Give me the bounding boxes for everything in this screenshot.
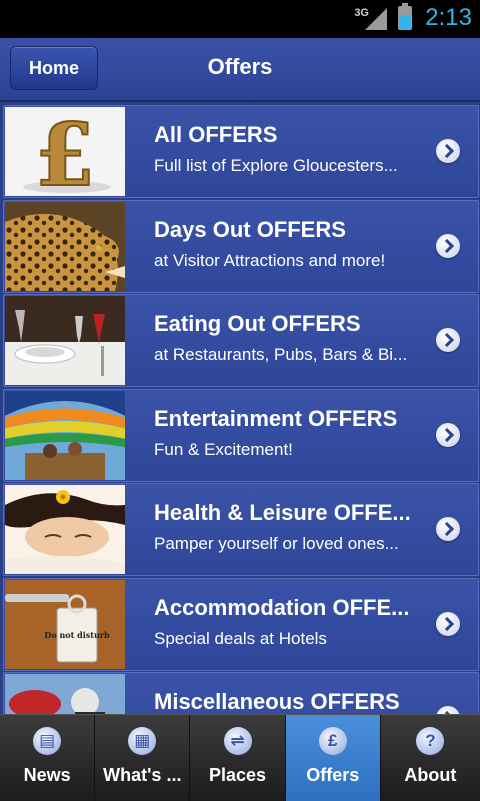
leopard-thumbnail — [5, 202, 125, 291]
tab-offers[interactable]: £ Offers — [285, 715, 381, 801]
tab-about[interactable]: ? About — [381, 715, 480, 801]
tab-places[interactable]: ⇌ Places — [190, 715, 286, 801]
offer-row-all[interactable]: £ All OFFERS Full list of Explore Glouce… — [3, 105, 479, 198]
tab-label: Places — [208, 765, 267, 785]
hot-air-balloon-thumbnail — [5, 391, 125, 480]
chevron-right-icon[interactable] — [436, 139, 460, 163]
calendar-icon: ▦ — [128, 727, 157, 755]
skydiving-thumbnail — [5, 674, 125, 714]
offer-title: All OFFERS — [154, 122, 278, 147]
spa-relaxation-thumbnail — [5, 485, 125, 574]
battery-icon — [398, 3, 412, 30]
map-icon: ⇌ — [223, 727, 252, 755]
title-bar: Home Offers — [0, 38, 480, 102]
chevron-right-icon[interactable] — [436, 423, 460, 447]
offer-title: Eating Out OFFERS — [154, 311, 361, 336]
offer-subtitle: Fun & Excitement! — [154, 440, 293, 459]
offer-list[interactable]: £ All OFFERS Full list of Explore Glouce… — [0, 102, 480, 714]
tab-label: What's ... — [103, 765, 182, 785]
do-not-disturb-text: Do not disturb — [44, 630, 110, 640]
tab-whats-on[interactable]: ▦ What's ... — [95, 715, 191, 801]
offer-row-eating-out[interactable]: Eating Out OFFERS at Restaurants, Pubs, … — [3, 294, 479, 387]
news-icon: ▤ — [33, 727, 62, 755]
offer-row-health-leisure[interactable]: Health & Leisure OFFE... Pamper yourself… — [3, 483, 479, 576]
offer-subtitle: Full list of Explore Gloucesters... — [154, 156, 398, 175]
svg-text:£: £ — [35, 107, 95, 196]
help-icon: ? — [416, 727, 445, 755]
offer-title: Accommodation OFFE... — [154, 595, 410, 620]
offer-row-days-out[interactable]: Days Out OFFERS at Visitor Attractions a… — [3, 200, 479, 293]
offer-row-miscellaneous[interactable]: Miscellaneous OFFERS — [3, 672, 479, 714]
offer-title: Entertainment OFFERS — [154, 406, 398, 431]
chevron-right-icon[interactable] — [436, 517, 460, 541]
pound-sign-thumbnail: £ — [5, 107, 125, 196]
tab-label: Offers — [306, 765, 360, 785]
tab-label: About — [404, 765, 457, 785]
pound-icon: £ — [318, 727, 347, 755]
status-bar: 3G 2:13 — [0, 0, 480, 38]
do-not-disturb-thumbnail: Do not disturb — [5, 580, 125, 669]
tab-news[interactable]: ▤ News — [0, 715, 96, 801]
dining-table-thumbnail — [5, 296, 125, 385]
offer-title: Miscellaneous OFFERS — [154, 689, 400, 714]
chevron-right-icon[interactable] — [436, 328, 460, 352]
offer-title: Health & Leisure OFFE... — [154, 500, 411, 525]
offer-subtitle: Special deals at Hotels — [154, 629, 327, 648]
offer-subtitle: at Restaurants, Pubs, Bars & Bi... — [154, 345, 408, 364]
tab-bar: ▤ News ▦ What's ... ⇌ Places £ Offers ? … — [0, 714, 480, 801]
offer-subtitle: Pamper yourself or loved ones... — [154, 534, 399, 553]
tab-label: News — [23, 765, 71, 785]
offer-row-accommodation[interactable]: Do not disturb Accommodation OFFE... Spe… — [3, 578, 479, 671]
clock: 2:13 — [425, 4, 472, 31]
offer-row-entertainment[interactable]: Entertainment OFFERS Fun & Excitement! — [3, 389, 479, 482]
signal-icon — [365, 8, 387, 30]
chevron-right-icon[interactable] — [436, 706, 460, 714]
offer-subtitle: at Visitor Attractions and more! — [154, 251, 386, 270]
chevron-right-icon[interactable] — [436, 612, 460, 636]
offer-title: Days Out OFFERS — [154, 217, 346, 242]
chevron-right-icon[interactable] — [436, 234, 460, 258]
page-title: Offers — [207, 54, 273, 79]
